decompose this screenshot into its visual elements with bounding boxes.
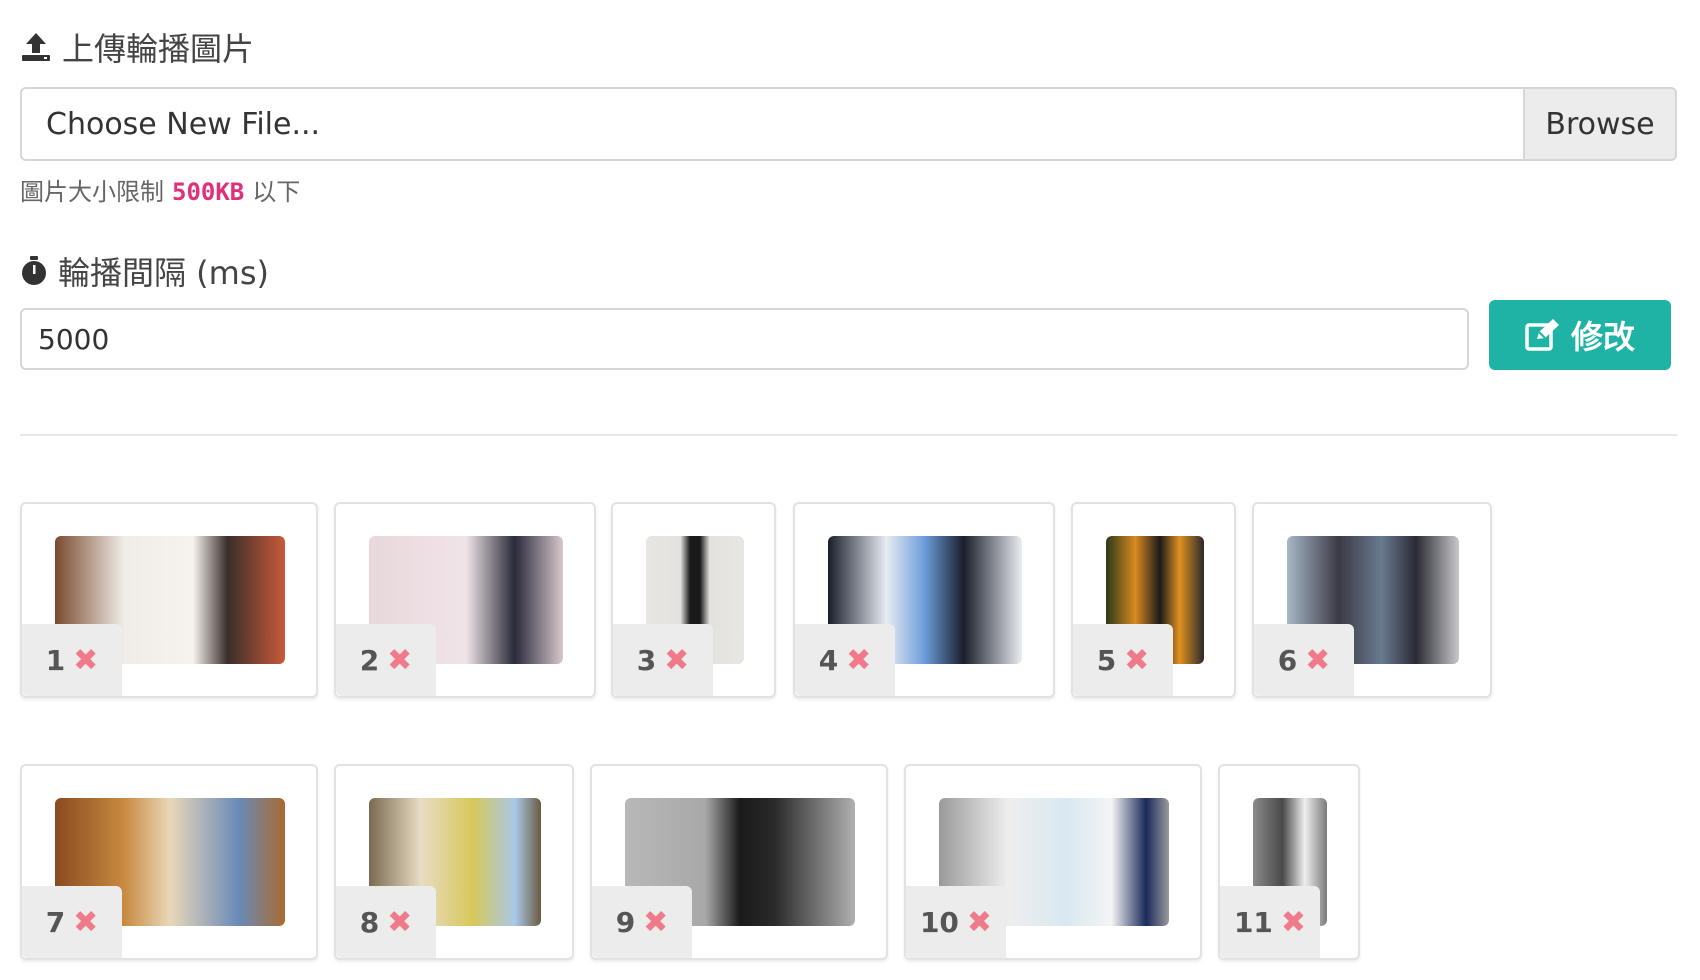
slide-card: 8 ✖ — [334, 764, 574, 960]
slide-card: 10 ✖ — [904, 764, 1202, 960]
close-icon[interactable]: ✖ — [387, 905, 412, 940]
slide-index-badge: 10 ✖ — [906, 886, 1006, 958]
browse-button[interactable]: Browse — [1523, 89, 1675, 159]
slide-card: 6 ✖ — [1252, 502, 1492, 698]
interval-input[interactable] — [20, 308, 1469, 370]
file-input-placeholder[interactable]: Choose New File... — [22, 89, 1523, 159]
slide-card: 2 ✖ — [334, 502, 596, 698]
slide-index-badge: 5 ✖ — [1073, 624, 1173, 696]
slide-index: 2 — [359, 643, 380, 677]
slide-index: 3 — [636, 643, 657, 677]
slide-index-badge: 2 ✖ — [336, 624, 436, 696]
slide-index: 9 — [615, 905, 636, 939]
slide-card: 11 ✖ — [1218, 764, 1360, 960]
edit-icon — [1525, 319, 1559, 351]
file-input[interactable]: Choose New File... Browse — [20, 87, 1677, 161]
modify-button[interactable]: 修改 — [1489, 300, 1671, 370]
slide-index-badge: 4 ✖ — [795, 624, 895, 696]
slide-index: 6 — [1277, 643, 1298, 677]
slide-card: 7 ✖ — [20, 764, 318, 960]
close-icon[interactable]: ✖ — [664, 643, 689, 678]
slide-index: 5 — [1096, 643, 1117, 677]
divider — [20, 434, 1677, 436]
help-prefix: 圖片大小限制 — [20, 178, 164, 206]
slide-card: 3 ✖ — [611, 502, 776, 698]
slide-index: 11 — [1233, 905, 1273, 939]
slide-index: 7 — [45, 905, 66, 939]
close-icon[interactable]: ✖ — [1305, 643, 1330, 678]
interval-title-text: 輪播間隔 (ms) — [58, 254, 269, 292]
slide-index-badge: 9 ✖ — [592, 886, 692, 958]
close-icon[interactable]: ✖ — [643, 905, 668, 940]
close-icon[interactable]: ✖ — [1124, 643, 1149, 678]
upload-section-title: 上傳輪播圖片 — [20, 24, 254, 70]
slide-index-badge: 3 ✖ — [613, 624, 713, 696]
slide-index: 1 — [45, 643, 66, 677]
slide-index-badge: 11 ✖ — [1220, 886, 1320, 958]
close-icon[interactable]: ✖ — [967, 905, 992, 940]
slide-card: 5 ✖ — [1071, 502, 1236, 698]
close-icon[interactable]: ✖ — [387, 643, 412, 678]
modify-button-label: 修改 — [1570, 318, 1635, 356]
slide-index-badge: 8 ✖ — [336, 886, 436, 958]
help-suffix: 以下 — [252, 178, 301, 206]
stopwatch-icon — [22, 256, 46, 285]
slide-card: 9 ✖ — [590, 764, 888, 960]
close-icon[interactable]: ✖ — [1281, 905, 1306, 940]
slide-index-badge: 1 ✖ — [22, 624, 122, 696]
file-size-help: 圖片大小限制 500KB 以下 — [20, 172, 300, 207]
close-icon[interactable]: ✖ — [73, 643, 98, 678]
slide-index: 4 — [818, 643, 839, 677]
slide-index: 8 — [359, 905, 380, 939]
slide-card: 1 ✖ — [20, 502, 318, 698]
close-icon[interactable]: ✖ — [846, 643, 871, 678]
slide-index-badge: 7 ✖ — [22, 886, 122, 958]
upload-title-text: 上傳輪播圖片 — [62, 30, 255, 68]
interval-section-title: 輪播間隔 (ms) — [20, 248, 269, 294]
close-icon[interactable]: ✖ — [73, 905, 98, 940]
slide-card: 4 ✖ — [793, 502, 1055, 698]
upload-icon — [22, 33, 50, 61]
slide-index: 10 — [919, 905, 959, 939]
slide-index-badge: 6 ✖ — [1254, 624, 1354, 696]
help-size-limit: 500KB — [172, 178, 245, 206]
